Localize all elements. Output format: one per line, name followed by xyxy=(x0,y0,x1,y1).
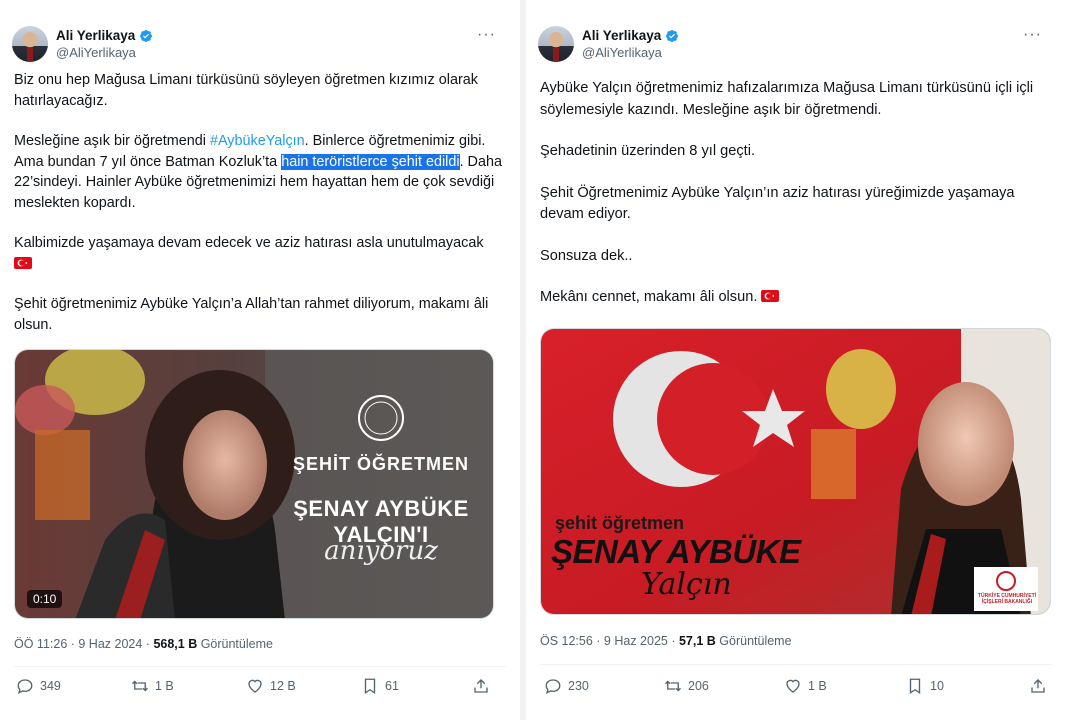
repost-count: 206 xyxy=(688,679,709,693)
repost-button[interactable]: 1 B xyxy=(131,677,174,695)
heart-icon xyxy=(786,679,800,693)
hashtag-link[interactable]: #AybükeYalçın xyxy=(210,133,305,149)
tweet-meta: ÖÖ 11:26 · 9 Haz 2024 · 568,1 B Görüntül… xyxy=(14,637,273,651)
reply-button[interactable]: 349 xyxy=(16,677,61,695)
reply-count: 349 xyxy=(40,679,61,693)
action-bar: 349 1 B 12 B 61 xyxy=(16,677,496,697)
verified-badge-icon xyxy=(666,29,679,42)
video-frame xyxy=(15,350,493,618)
tweet-meta: ÖS 12:56 · 9 Haz 2025 · 57,1 B Görüntüle… xyxy=(540,634,792,648)
media-caption-line1: ŞEHİT ÖĞRETMEN xyxy=(292,454,469,474)
selected-text: hain teröristlerce şehit edildi xyxy=(281,153,460,170)
bookmark-count: 10 xyxy=(930,679,944,693)
author-name[interactable]: Ali Yerlikaya xyxy=(582,27,679,44)
turkish-flag-icon xyxy=(761,290,780,302)
tweet-right: Ali Yerlikaya @AliYerlikaya ··· Aybüke Y… xyxy=(526,0,1066,720)
paragraph: Şehit öğretmenimiz Aybüke Yalçın’a Allah… xyxy=(14,296,489,333)
paragraph: Biz onu hep Mağusa Limanı türküsünü söyl… xyxy=(14,72,478,109)
video-duration-badge: 0:10 xyxy=(27,590,63,608)
tweet-text: Aybüke Yalçın öğretmenimiz hafızalarımız… xyxy=(540,78,1052,329)
bookmark-count: 61 xyxy=(385,679,399,693)
paragraph: Mekânı cennet, makamı âli olsun. xyxy=(540,287,1052,309)
tweet-text: Biz onu hep Mağusa Limanı türküsünü söyl… xyxy=(14,70,506,355)
like-count: 1 B xyxy=(808,679,827,693)
author-name-text[interactable]: Ali Yerlikaya xyxy=(56,27,135,44)
avatar[interactable] xyxy=(12,26,48,62)
bookmark-button[interactable]: 61 xyxy=(361,677,399,695)
tweet-header: Ali Yerlikaya @AliYerlikaya ··· xyxy=(538,22,1042,66)
reply-count: 230 xyxy=(568,679,589,693)
like-button[interactable]: 1 B xyxy=(784,677,827,695)
view-count: 57,1 B xyxy=(678,634,716,648)
view-count: 568,1 B xyxy=(153,637,198,651)
views-label: Görüntüleme xyxy=(715,634,792,648)
share-button[interactable] xyxy=(472,677,496,695)
media-caption-line3: anıyoruz xyxy=(324,536,438,566)
reply-icon xyxy=(17,679,33,695)
repost-icon xyxy=(665,680,681,692)
paragraph: Şehadetinin üzerinden 8 yıl geçti. xyxy=(540,143,755,159)
heart-icon xyxy=(248,679,262,693)
author-name-text[interactable]: Ali Yerlikaya xyxy=(582,27,661,44)
media-caption-line1: şehit öğretmen xyxy=(555,513,685,533)
like-button[interactable]: 12 B xyxy=(246,677,296,695)
bookmark-button[interactable]: 10 xyxy=(906,677,944,695)
paragraph: Sonsuza dek.. xyxy=(540,247,633,264)
share-icon xyxy=(474,679,488,693)
repost-icon xyxy=(132,680,148,692)
logo-line2: İÇİŞLERİ BAKANLIĞI xyxy=(981,599,1033,605)
turkish-flag-icon xyxy=(14,256,32,269)
separator xyxy=(14,666,506,667)
verified-badge-icon xyxy=(140,29,153,42)
separator xyxy=(540,664,1052,665)
paragraph: Mesleğine aşık bir öğretmendi #AybükeYal… xyxy=(14,131,506,213)
repost-button[interactable]: 206 xyxy=(664,677,709,695)
reply-icon xyxy=(545,679,561,695)
text-span: Mesleğine aşık bir öğretmendi xyxy=(14,133,210,149)
text-span: Kalbimizde yaşamaya devam edecek ve aziz… xyxy=(14,235,484,251)
image-frame xyxy=(541,329,1050,614)
more-options-icon[interactable]: ··· xyxy=(477,26,496,44)
media-caption-line3: Yalçın xyxy=(641,567,732,602)
share-button[interactable] xyxy=(1029,677,1053,695)
text-span: Mekânı cennet, makamı âli olsun. xyxy=(540,289,758,305)
media-caption-line2: ŞENAY AYBÜKE xyxy=(551,533,801,570)
video-media[interactable]: ŞEHİT ÖĞRETMEN ŞENAY AYBÜKE YALÇIN'I anı… xyxy=(14,349,494,619)
author-handle[interactable]: @AliYerlikaya xyxy=(56,44,153,61)
ministry-logo: TÜRKİYE CUMHURİYETİ İÇİŞLERİ BAKANLIĞI xyxy=(976,593,1038,605)
more-options-icon[interactable]: ··· xyxy=(1023,26,1042,44)
paragraph: Kalbimizde yaşamaya devam edecek ve aziz… xyxy=(14,233,506,274)
views-label: Görüntüleme xyxy=(197,637,273,651)
repost-count: 1 B xyxy=(155,679,174,693)
share-icon xyxy=(1031,679,1045,693)
author-name[interactable]: Ali Yerlikaya xyxy=(56,27,153,44)
tweet-header: Ali Yerlikaya @AliYerlikaya ··· xyxy=(12,22,496,66)
author-handle[interactable]: @AliYerlikaya xyxy=(582,44,679,61)
reply-button[interactable]: 230 xyxy=(544,677,589,695)
paragraph: Aybüke Yalçın öğretmenimiz hafızalarımız… xyxy=(540,80,1034,118)
timestamp[interactable]: ÖÖ 11:26 · 9 Haz 2024 · xyxy=(14,637,153,651)
bookmark-icon xyxy=(909,678,921,695)
timestamp[interactable]: ÖS 12:56 · 9 Haz 2025 · xyxy=(540,634,679,648)
tweet-left: Ali Yerlikaya @AliYerlikaya ··· Biz onu … xyxy=(0,0,520,720)
avatar[interactable] xyxy=(538,26,574,62)
bookmark-icon xyxy=(364,678,376,695)
image-media[interactable]: şehit öğretmen ŞENAY AYBÜKE Yalçın TÜRKİ… xyxy=(540,328,1051,615)
like-count: 12 B xyxy=(270,679,296,693)
paragraph: Şehit Öğretmenimiz Aybüke Yalçın’ın aziz… xyxy=(540,184,1015,223)
action-bar: 230 206 1 B 10 xyxy=(544,677,1049,697)
